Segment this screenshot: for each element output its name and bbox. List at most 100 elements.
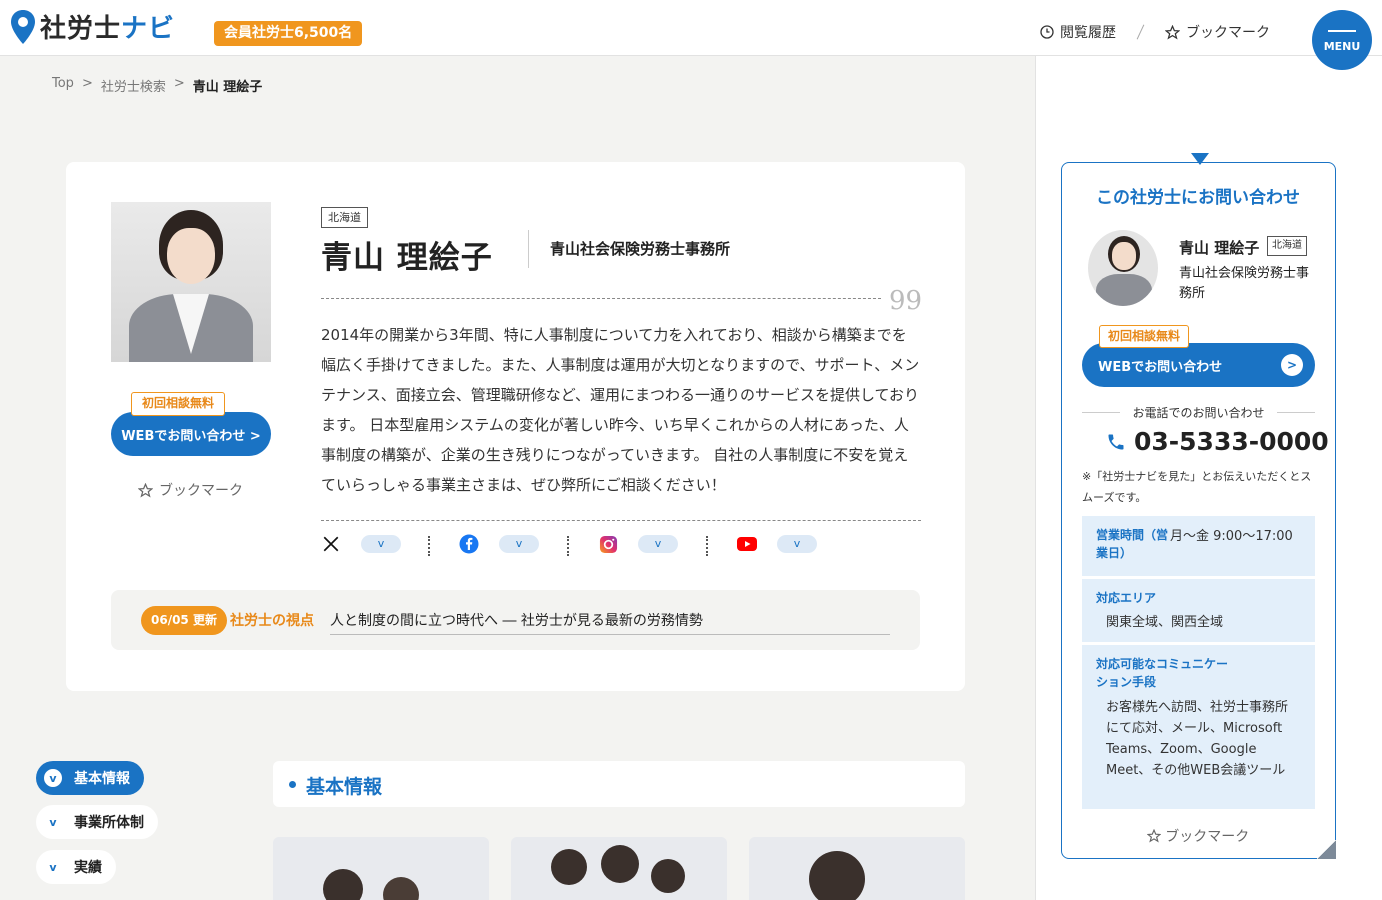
office-name: 青山社会保険労務士事務所	[550, 240, 731, 258]
chevron-down-icon[interactable]: v	[361, 535, 401, 553]
history-link[interactable]: 閲覧履歴	[1040, 22, 1116, 42]
contact-web-inquiry-button[interactable]: WEBでお問い合わせ >	[1082, 343, 1315, 387]
free-consultation-tag: 初回相談無料	[131, 392, 226, 416]
contact-name: 青山 理絵子	[1179, 239, 1260, 257]
office-photo	[511, 837, 727, 900]
phone-label: お電話でのお問い合わせ	[1082, 404, 1315, 421]
sns-instagram[interactable]: v	[598, 534, 678, 554]
breadcrumb-separator: >	[173, 76, 185, 91]
bookmark-label: ブックマーク	[1186, 25, 1270, 41]
profile-name: 青山 理絵子	[321, 240, 493, 276]
communication-block: 対応可能なコミュニケーション手段 お客様先へ訪問、社労士事務所にて応対、メール、…	[1082, 645, 1315, 809]
breadcrumb-separator: >	[81, 76, 93, 91]
sns-divider	[428, 536, 430, 556]
chevron-down-icon[interactable]: v	[777, 535, 817, 553]
logo-text: 社労士ナビ	[40, 14, 176, 44]
site-header: 社労士ナビ 会員社労士6,500名 閲覧履歴 ブックマーク MENU	[0, 0, 1382, 70]
chevron-down-icon: v	[42, 767, 64, 789]
header-divider	[1136, 24, 1145, 40]
profile-card: 初回相談無料 WEBでお問い合わせ > ブックマーク 北海道 青山 理絵子 青山…	[66, 162, 965, 691]
profile-bookmark-button[interactable]: ブックマーク	[138, 480, 243, 500]
nav-item-achievements[interactable]: v 実績	[36, 850, 116, 884]
divider	[321, 298, 881, 299]
menu-button[interactable]: MENU	[1312, 10, 1372, 70]
arrow-right-icon: >	[1281, 354, 1303, 376]
nav-item-basic-info[interactable]: v 基本情報	[36, 761, 144, 795]
chevron-down-icon: v	[42, 856, 64, 878]
business-hours-value: 月〜金 9:00〜17:00	[1170, 529, 1293, 544]
divider	[321, 520, 921, 521]
youtube-icon	[737, 534, 757, 554]
service-area-key: 対応エリア	[1096, 591, 1157, 605]
contact-card: この社労士にお問い合わせ 青山 理絵子 北海道 青山社会保険労務士事務所 初回相…	[1061, 153, 1336, 859]
star-icon	[1146, 828, 1162, 843]
nav-label: 事業所体制	[74, 815, 144, 831]
nav-label: 基本情報	[74, 771, 130, 787]
instagram-icon	[598, 534, 618, 554]
business-hours-key: 営業時間（営業日）	[1096, 528, 1169, 560]
breadcrumb-top[interactable]: Top	[52, 76, 74, 95]
contact-office: 青山社会保険労務士事務所	[1179, 266, 1310, 301]
profile-photo	[111, 202, 271, 362]
free-consultation-tag: 初回相談無料	[1099, 325, 1190, 348]
profile-bio: 2014年の開業から3年間、特に人事制度について力を入れており、相談から構築まで…	[321, 326, 920, 494]
sns-divider	[706, 536, 708, 556]
triangle-down-icon	[1191, 153, 1209, 165]
page-fold-decoration	[1317, 840, 1336, 859]
member-count-badge: 会員社労士6,500名	[214, 21, 363, 46]
sns-youtube[interactable]: v	[737, 534, 817, 554]
news-bar[interactable]: 06/05 更新 社労士の視点 人と制度の間に立つ時代へ ― 社労士が見る最新の…	[111, 590, 920, 650]
section-title: 基本情報	[306, 776, 383, 798]
chevron-down-icon[interactable]: v	[638, 535, 678, 553]
contact-prefecture-tag: 北海道	[1267, 236, 1307, 256]
clock-icon	[1040, 25, 1054, 39]
prefecture-tag: 北海道	[321, 207, 368, 228]
phone-icon	[1108, 434, 1124, 449]
phone-number[interactable]: 03-5333-0000	[1106, 427, 1329, 456]
hamburger-icon	[1328, 30, 1356, 37]
office-photo	[749, 837, 965, 900]
x-icon	[321, 534, 341, 554]
chevron-down-icon[interactable]: v	[499, 535, 539, 553]
bookmark-label: ブックマーク	[159, 483, 243, 499]
bullet-icon	[289, 781, 296, 788]
news-category: 社労士の視点	[230, 613, 314, 629]
bookmark-label: ブックマーク	[1165, 829, 1250, 845]
bookmark-link[interactable]: ブックマーク	[1165, 22, 1270, 42]
contact-bookmark-button[interactable]: ブックマーク	[1062, 826, 1334, 846]
sns-facebook[interactable]: v	[459, 534, 539, 554]
quote-icon: 99	[889, 286, 923, 316]
business-hours-block: 営業時間（営業日） 月〜金 9:00〜17:00	[1082, 516, 1315, 576]
star-icon	[1165, 24, 1180, 40]
sns-links: v v v v	[321, 534, 921, 558]
chevron-down-icon: v	[42, 811, 64, 833]
service-area-value: 関東全域、関西全域	[1106, 615, 1224, 630]
sns-x[interactable]: v	[321, 534, 401, 554]
breadcrumb: Top > 社労士検索 > 青山 理絵子	[52, 76, 262, 95]
breadcrumb-search[interactable]: 社労士検索	[101, 76, 166, 95]
office-photo	[273, 837, 489, 900]
breadcrumb-current: 青山 理絵子	[192, 80, 263, 95]
menu-label: MENU	[1323, 40, 1361, 53]
nav-label: 実績	[74, 860, 102, 876]
map-pin-icon	[11, 9, 35, 44]
web-inquiry-button[interactable]: WEBでお問い合わせ >	[111, 412, 271, 456]
news-date-badge: 06/05 更新	[141, 606, 227, 635]
site-logo[interactable]: 社労士ナビ	[10, 8, 175, 45]
phone-note: ※「社労士ナビを見た」とお伝えいただくとスムーズです。	[1082, 470, 1312, 504]
facebook-icon	[459, 534, 479, 554]
name-divider	[528, 230, 529, 268]
sns-divider	[567, 536, 569, 556]
service-area-block: 対応エリア 関東全域、関西全域	[1082, 579, 1315, 642]
history-label: 閲覧履歴	[1060, 25, 1116, 41]
contact-title: この社労士にお問い合わせ	[1096, 188, 1300, 208]
contact-avatar	[1088, 230, 1158, 306]
news-title-link[interactable]: 人と制度の間に立つ時代へ ― 社労士が見る最新の労務情勢	[330, 610, 890, 635]
communication-value: お客様先へ訪問、社労士事務所にて応対、メール、Microsoft Teams、Z…	[1106, 700, 1289, 778]
nav-item-office-structure[interactable]: v 事業所体制	[36, 805, 158, 839]
phone-text: 03-5333-0000	[1134, 427, 1329, 456]
web-inquiry-label: WEBでお問い合わせ	[1098, 360, 1223, 375]
star-icon	[138, 482, 153, 498]
communication-key: 対応可能なコミュニケーション手段	[1096, 657, 1229, 689]
section-header-basic-info: 基本情報	[273, 761, 965, 807]
